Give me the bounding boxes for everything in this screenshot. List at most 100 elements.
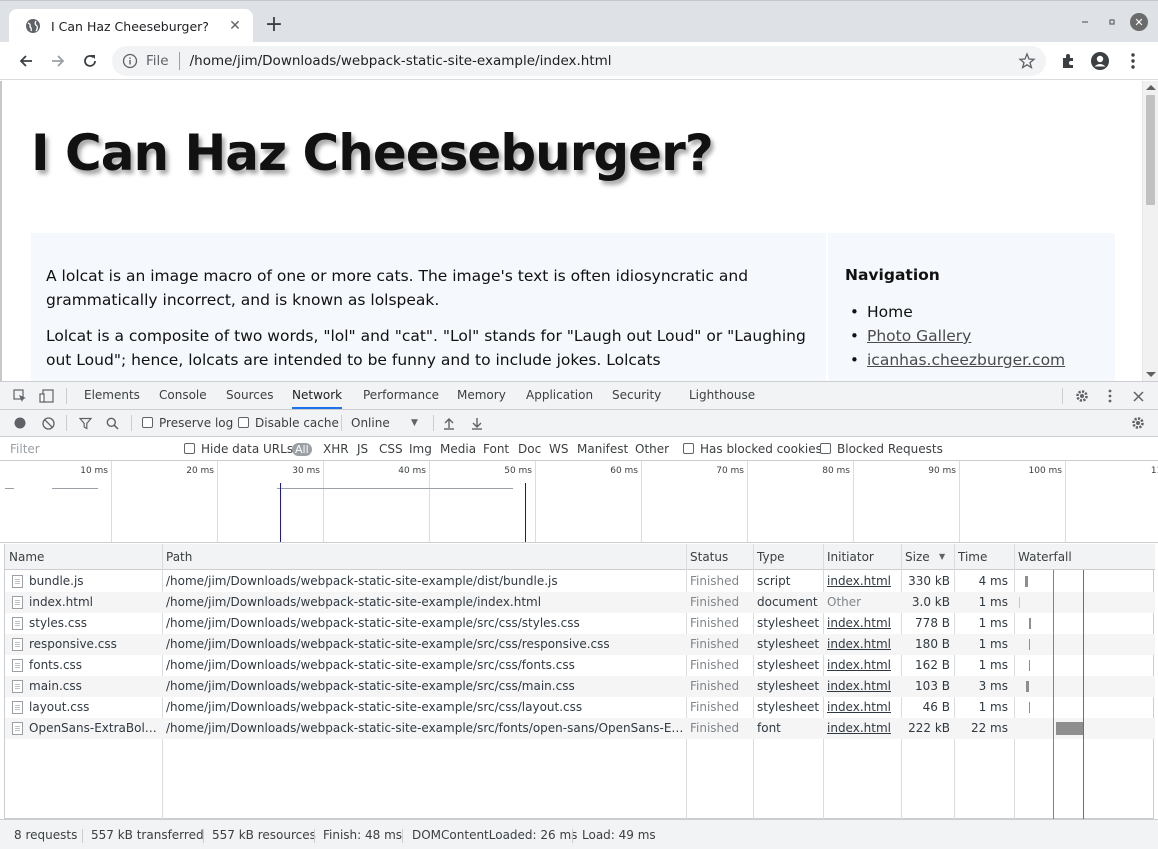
tab-memory[interactable]: Memory bbox=[457, 382, 506, 409]
checkbox[interactable] bbox=[184, 443, 195, 454]
column-time-header[interactable]: Time bbox=[954, 544, 987, 570]
request-name[interactable]: layout.css bbox=[25, 697, 161, 718]
filter-input[interactable]: Filter bbox=[4, 440, 172, 458]
column-type-header[interactable]: Type bbox=[753, 544, 785, 570]
filter-funnel-icon[interactable] bbox=[76, 414, 94, 432]
tab-performance[interactable]: Performance bbox=[363, 382, 439, 409]
request-type: stylesheet bbox=[757, 637, 820, 651]
column-path-header[interactable]: Path bbox=[162, 544, 192, 570]
address-bar[interactable]: File /home/jim/Downloads/webpack-static-… bbox=[112, 46, 1046, 76]
request-name[interactable]: bundle.js bbox=[25, 571, 161, 592]
device-toolbar-icon[interactable] bbox=[38, 387, 56, 405]
column-waterfall-header[interactable]: Waterfall bbox=[1014, 544, 1072, 570]
filter-type-img[interactable]: Img bbox=[409, 442, 432, 456]
request-initiator[interactable]: index.html bbox=[823, 718, 901, 739]
filter-type-font[interactable]: Font bbox=[483, 442, 509, 456]
request-initiator[interactable]: index.html bbox=[823, 634, 901, 655]
divider bbox=[572, 829, 573, 843]
request-name[interactable]: OpenSans-ExtraBold.... bbox=[25, 718, 161, 739]
network-overview-timeline[interactable]: 10 ms 20 ms 30 ms 40 ms 50 ms 60 ms 70 ms 80 ms… bbox=[0, 461, 1158, 543]
inspect-element-icon[interactable] bbox=[11, 387, 29, 405]
column-status-header[interactable]: Status bbox=[686, 544, 728, 570]
table-row[interactable]: main.css/home/jim/Downloads/webpack-stat… bbox=[5, 676, 1155, 697]
new-tab-button[interactable]: + bbox=[262, 13, 286, 37]
devtools-menu-icon[interactable] bbox=[1101, 387, 1119, 405]
request-name[interactable]: main.css bbox=[25, 676, 161, 697]
maximize-icon[interactable] bbox=[1103, 13, 1121, 31]
page-scrollbar[interactable] bbox=[1142, 81, 1158, 381]
scroll-down-icon[interactable] bbox=[1146, 372, 1156, 377]
request-name[interactable]: responsive.css bbox=[25, 634, 161, 655]
filter-type-media[interactable]: Media bbox=[440, 442, 476, 456]
has-blocked-cookies-checkbox[interactable]: Has blocked cookies bbox=[683, 442, 822, 456]
network-settings-icon[interactable] bbox=[1129, 414, 1147, 432]
filter-type-css[interactable]: CSS bbox=[379, 442, 403, 456]
devtools-close-icon[interactable] bbox=[1129, 387, 1147, 405]
back-icon[interactable] bbox=[14, 49, 38, 73]
request-initiator[interactable]: index.html bbox=[823, 697, 901, 718]
icanhas-link[interactable]: icanhas.cheezburger.com bbox=[867, 351, 1065, 369]
table-row[interactable]: layout.css/home/jim/Downloads/webpack-st… bbox=[5, 697, 1155, 718]
table-row[interactable]: styles.css/home/jim/Downloads/webpack-st… bbox=[5, 613, 1155, 634]
record-icon[interactable] bbox=[11, 414, 29, 432]
checkbox[interactable] bbox=[238, 417, 249, 428]
photo-gallery-link[interactable]: Photo Gallery bbox=[867, 327, 971, 345]
browser-tab[interactable]: I Can Haz Cheeseburger? ✕ bbox=[9, 9, 253, 43]
request-name[interactable]: index.html bbox=[25, 592, 161, 613]
profile-avatar-icon[interactable] bbox=[1089, 50, 1111, 72]
tab-lighthouse[interactable]: Lighthouse bbox=[689, 382, 755, 409]
preserve-log-checkbox[interactable]: Preserve log bbox=[142, 416, 233, 431]
settings-gear-icon[interactable] bbox=[1073, 387, 1091, 405]
checkbox[interactable] bbox=[142, 417, 153, 428]
request-initiator[interactable]: index.html bbox=[823, 613, 901, 634]
request-initiator[interactable]: index.html bbox=[823, 655, 901, 676]
tab-network[interactable]: Network bbox=[292, 382, 343, 409]
tab-security[interactable]: Security bbox=[612, 382, 661, 409]
clear-icon[interactable] bbox=[39, 414, 57, 432]
request-name[interactable]: fonts.css bbox=[25, 655, 161, 676]
request-name[interactable]: styles.css bbox=[25, 613, 161, 634]
window-close-icon[interactable]: ✕ bbox=[1130, 13, 1148, 31]
tab-console[interactable]: Console bbox=[159, 382, 207, 409]
blocked-requests-checkbox[interactable]: Blocked Requests bbox=[820, 442, 943, 456]
disable-cache-checkbox[interactable]: Disable cache bbox=[238, 416, 339, 431]
tab-sources[interactable]: Sources bbox=[226, 382, 273, 409]
checkbox[interactable] bbox=[683, 443, 694, 454]
table-row[interactable]: bundle.js/home/jim/Downloads/webpack-sta… bbox=[5, 571, 1155, 592]
minimize-icon[interactable] bbox=[1076, 13, 1094, 31]
column-name-header[interactable]: Name bbox=[5, 544, 44, 570]
bookmark-star-icon[interactable] bbox=[1018, 52, 1036, 70]
import-har-icon[interactable] bbox=[440, 414, 458, 432]
scroll-up-icon[interactable] bbox=[1146, 85, 1156, 90]
url-text[interactable]: /home/jim/Downloads/webpack-static-site-… bbox=[190, 53, 1018, 69]
browser-menu-icon[interactable] bbox=[1122, 50, 1144, 72]
tab-elements[interactable]: Elements bbox=[84, 382, 140, 409]
filter-type-other[interactable]: Other bbox=[635, 442, 669, 456]
scrollbar-thumb[interactable] bbox=[1146, 95, 1155, 205]
tab-close-icon[interactable]: ✕ bbox=[227, 18, 243, 34]
checkbox[interactable] bbox=[820, 443, 831, 454]
table-row[interactable]: OpenSans-ExtraBold.... /home/jim/Download… bbox=[5, 718, 1155, 739]
table-row[interactable]: index.html/home/jim/Downloads/webpack-st… bbox=[5, 592, 1155, 613]
extensions-icon[interactable] bbox=[1057, 50, 1079, 72]
table-row[interactable]: responsive.css/home/jim/Downloads/webpac… bbox=[5, 634, 1155, 655]
column-size-header[interactable]: Size ▼ bbox=[901, 544, 945, 570]
info-icon[interactable] bbox=[122, 53, 138, 69]
filter-type-js[interactable]: JS bbox=[357, 442, 368, 456]
tab-application[interactable]: Application bbox=[526, 382, 593, 409]
throttle-select[interactable]: Online ▼ bbox=[351, 416, 418, 431]
export-har-icon[interactable] bbox=[468, 414, 486, 432]
column-initiator-header[interactable]: Initiator bbox=[823, 544, 874, 570]
search-icon[interactable] bbox=[103, 414, 121, 432]
request-initiator[interactable]: index.html bbox=[823, 676, 901, 697]
request-initiator[interactable]: index.html bbox=[823, 571, 901, 592]
hide-data-urls-checkbox[interactable]: Hide data URLs bbox=[184, 442, 293, 456]
filter-type-doc[interactable]: Doc bbox=[518, 442, 541, 456]
filter-type-ws[interactable]: WS bbox=[549, 442, 568, 456]
filter-all[interactable]: All bbox=[292, 442, 312, 457]
reload-icon[interactable] bbox=[78, 49, 102, 73]
filter-type-manifest[interactable]: Manifest bbox=[577, 442, 628, 456]
filter-type-xhr[interactable]: XHR bbox=[323, 442, 349, 456]
table-row[interactable]: fonts.css/home/jim/Downloads/webpack-sta… bbox=[5, 655, 1155, 676]
forward-icon[interactable] bbox=[46, 49, 70, 73]
